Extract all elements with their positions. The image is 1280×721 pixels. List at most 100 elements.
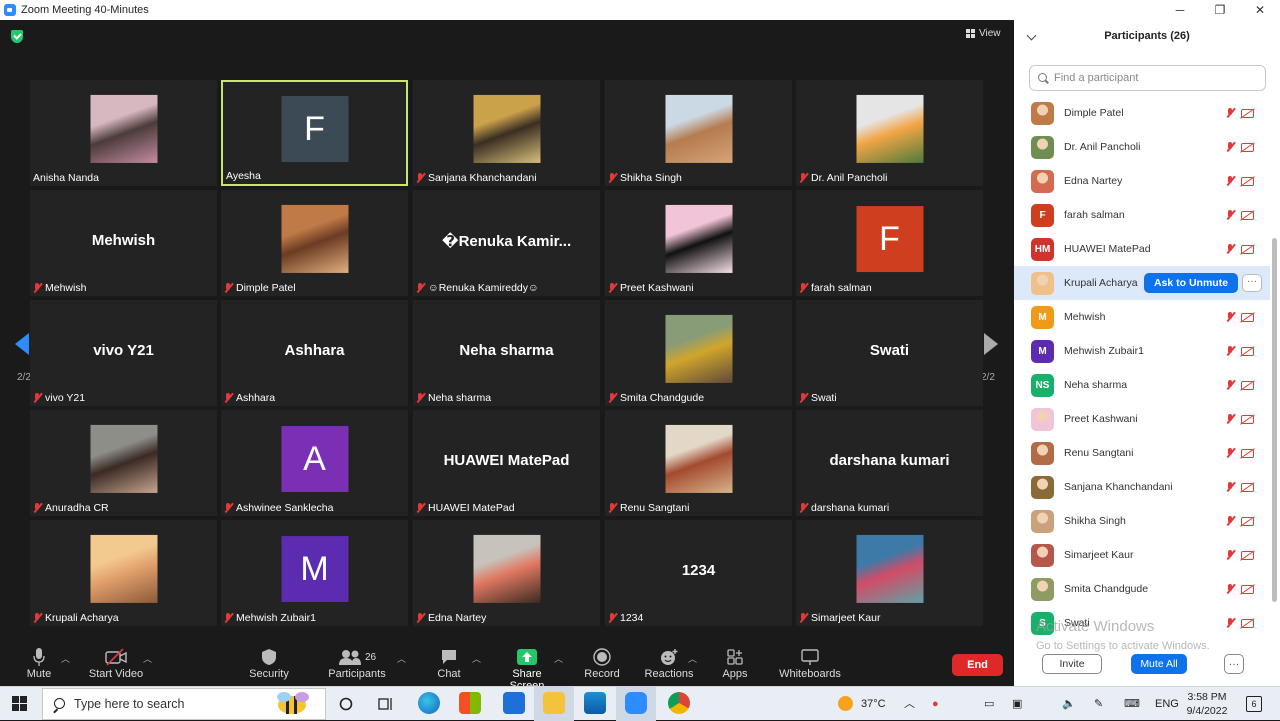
- photos-app-icon[interactable]: [584, 692, 606, 714]
- participant-row[interactable]: Simarjeet Kaur: [1014, 538, 1270, 572]
- mute-button[interactable]: Mute: [20, 646, 58, 680]
- video-tile[interactable]: Preet Kashwani: [605, 190, 792, 296]
- muted-mic-icon: [608, 393, 617, 403]
- video-tile[interactable]: M Mehwish Zubair1: [221, 520, 408, 626]
- participant-row[interactable]: Preet Kashwani: [1014, 402, 1270, 436]
- language-indicator[interactable]: ENG: [1155, 687, 1179, 721]
- participant-row[interactable]: Shikha Singh: [1014, 504, 1270, 538]
- video-tile[interactable]: vivo Y21 vivo Y21: [30, 300, 217, 406]
- volume-icon[interactable]: 🔈: [1062, 687, 1076, 721]
- close-window-button[interactable]: ✕: [1240, 0, 1280, 20]
- chat-options-caret-icon[interactable]: ︿: [472, 652, 481, 665]
- security-button[interactable]: Security: [247, 646, 291, 680]
- muted-mic-icon: [1226, 176, 1235, 186]
- video-tile[interactable]: Anisha Nanda: [30, 80, 217, 186]
- participant-row[interactable]: M Mehwish: [1014, 300, 1270, 334]
- participant-row[interactable]: HM HUAWEI MatePad: [1014, 232, 1270, 266]
- end-meeting-button[interactable]: End: [952, 654, 1003, 676]
- participant-row[interactable]: Dr. Anil Pancholi: [1014, 130, 1270, 164]
- weather-temperature[interactable]: 37°C: [861, 687, 886, 721]
- more-options-button[interactable]: ···: [1224, 654, 1244, 674]
- participants-options-caret-icon[interactable]: ︿: [397, 652, 406, 665]
- video-tile[interactable]: F Ayesha: [221, 80, 408, 186]
- chrome-browser-icon[interactable]: [668, 692, 690, 714]
- mute-options-caret-icon[interactable]: ︿: [61, 652, 70, 665]
- keyboard-icon[interactable]: ⌨: [1124, 687, 1140, 721]
- video-tile[interactable]: Shikha Singh: [605, 80, 792, 186]
- video-tile[interactable]: darshana kumari darshana kumari: [796, 410, 983, 516]
- participant-row[interactable]: Edna Nartey: [1014, 164, 1270, 198]
- participant-search-input[interactable]: Find a participant: [1029, 65, 1266, 91]
- participant-more-button[interactable]: ···: [1242, 274, 1262, 292]
- participant-list-scrollbar[interactable]: [1272, 238, 1277, 602]
- video-tile[interactable]: Simarjeet Kaur: [796, 520, 983, 626]
- video-tile[interactable]: Neha sharma Neha sharma: [413, 300, 600, 406]
- notification-center-icon[interactable]: 6: [1246, 696, 1262, 712]
- participant-row[interactable]: M Mehwish Zubair1: [1014, 334, 1270, 368]
- zoom-app-taskbar-icon[interactable]: [625, 692, 647, 714]
- participants-button[interactable]: 26 Participants: [326, 646, 388, 680]
- video-tile[interactable]: 1234 1234: [605, 520, 792, 626]
- edge-browser-icon[interactable]: [418, 692, 440, 714]
- participant-row[interactable]: Krupali Acharya Ask to Unmute ···: [1014, 266, 1270, 300]
- participant-row[interactable]: Renu Sangtani: [1014, 436, 1270, 470]
- video-tile[interactable]: Anuradha CR: [30, 410, 217, 516]
- video-tile[interactable]: Smita Chandgude: [605, 300, 792, 406]
- video-tile[interactable]: Krupali Acharya: [30, 520, 217, 626]
- video-tile[interactable]: Renu Sangtani: [605, 410, 792, 516]
- participant-row[interactable]: NS Neha sharma: [1014, 368, 1270, 402]
- show-hidden-icons-caret-icon[interactable]: ︿: [904, 687, 915, 721]
- participant-row[interactable]: Ffarah salman: [1014, 198, 1270, 232]
- video-off-icon: [1241, 176, 1254, 186]
- windows-start-icon[interactable]: [12, 696, 28, 712]
- antivirus-tray-icon[interactable]: ●: [932, 687, 939, 721]
- pen-icon[interactable]: ✎: [1094, 687, 1103, 721]
- participant-row[interactable]: Dimple Patel: [1014, 96, 1270, 130]
- previous-page-button[interactable]: 2/2: [0, 310, 31, 400]
- start-video-button[interactable]: Start Video: [86, 646, 146, 680]
- cortana-circle-icon[interactable]: [339, 697, 353, 711]
- reactions-button[interactable]: Reactions: [644, 646, 694, 680]
- mute-all-button[interactable]: Mute All: [1131, 654, 1187, 674]
- video-tile[interactable]: A Ashwinee Sanklecha: [221, 410, 408, 516]
- participant-photo: [856, 94, 923, 163]
- participant-status-icons: [1226, 618, 1254, 628]
- muted-mic-icon: [1226, 312, 1235, 322]
- mail-app-icon[interactable]: [503, 692, 525, 714]
- muted-mic-icon: [1226, 482, 1235, 492]
- file-explorer-icon[interactable]: [543, 692, 565, 714]
- apps-button[interactable]: Apps: [720, 646, 750, 680]
- battery-icon[interactable]: ▭: [984, 687, 994, 721]
- video-tile[interactable]: Mehwish Mehwish: [30, 190, 217, 296]
- weather-sun-icon[interactable]: [838, 696, 853, 711]
- maximize-button[interactable]: ❐: [1200, 0, 1240, 20]
- video-tile[interactable]: HUAWEI MatePad HUAWEI MatePad: [413, 410, 600, 516]
- video-options-caret-icon[interactable]: ︿: [143, 652, 152, 665]
- video-tile[interactable]: Ashhara Ashhara: [221, 300, 408, 406]
- chat-button[interactable]: Chat: [434, 646, 464, 680]
- share-options-caret-icon[interactable]: ︿: [554, 652, 563, 665]
- participant-row[interactable]: Smita Chandgude: [1014, 572, 1270, 606]
- whiteboards-button[interactable]: Whiteboards: [778, 646, 842, 680]
- network-icon[interactable]: ▣: [1012, 687, 1022, 721]
- task-view-icon[interactable]: [378, 696, 394, 712]
- participant-display-name: Ashhara: [284, 342, 345, 359]
- video-tile[interactable]: Dimple Patel: [221, 190, 408, 296]
- minimize-button[interactable]: ─: [1160, 0, 1200, 20]
- share-screen-icon: [517, 649, 537, 665]
- video-tile[interactable]: Sanjana Khanchandani: [413, 80, 600, 186]
- taskbar-clock[interactable]: 3:58 PM 9/4/2022: [1180, 690, 1234, 718]
- video-tile[interactable]: Edna Nartey: [413, 520, 600, 626]
- encryption-shield-icon[interactable]: [11, 30, 23, 43]
- invite-button[interactable]: Invite: [1042, 654, 1102, 674]
- reactions-options-caret-icon[interactable]: ︿: [688, 652, 697, 665]
- record-button[interactable]: Record: [584, 646, 620, 680]
- video-tile[interactable]: �Renuka Kamir... ☺Renuka Kamireddy☺: [413, 190, 600, 296]
- video-tile[interactable]: Dr. Anil Pancholi: [796, 80, 983, 186]
- participant-row[interactable]: Sanjana Khanchandani: [1014, 470, 1270, 504]
- view-button[interactable]: View: [966, 28, 1001, 39]
- ask-to-unmute-button[interactable]: Ask to Unmute: [1144, 273, 1238, 293]
- video-tile[interactable]: Ffarah salman: [796, 190, 983, 296]
- video-tile[interactable]: Swati Swati: [796, 300, 983, 406]
- microsoft-store-icon[interactable]: [459, 692, 481, 714]
